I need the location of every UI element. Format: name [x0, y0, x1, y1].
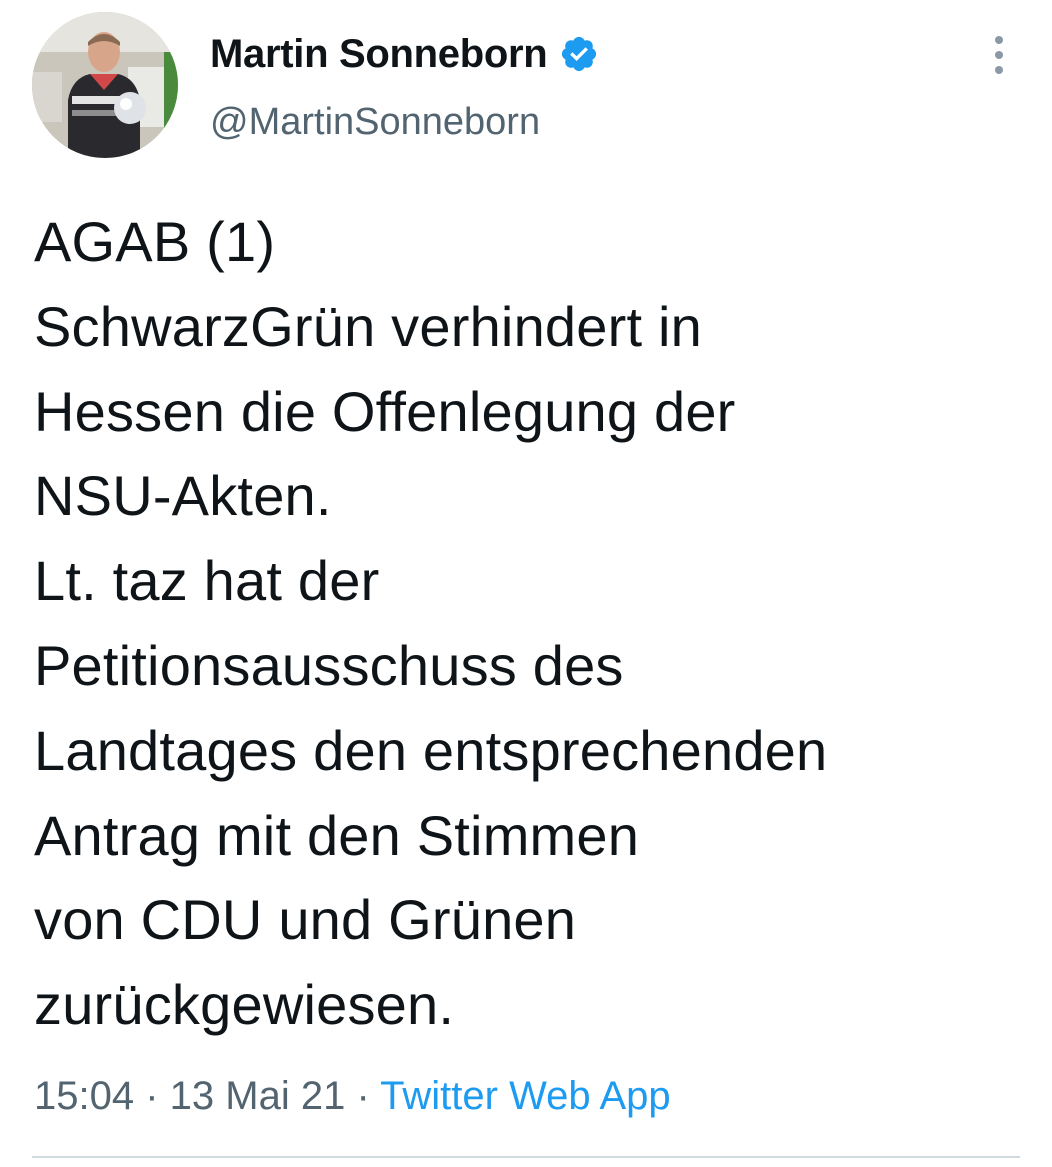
tweet-text-line: von CDU und Grünen: [34, 888, 577, 952]
more-options-icon[interactable]: [980, 30, 1020, 80]
tweet-meta: 15:04 · 13 Mai 21 · Twitter Web App: [34, 1068, 671, 1124]
tweet-text-line: Antrag mit den Stimmen: [34, 803, 640, 867]
verified-badge-icon: [559, 34, 599, 74]
tweet-source-link[interactable]: Twitter Web App: [380, 1074, 671, 1118]
tweet-date[interactable]: 13 Mai 21: [170, 1074, 346, 1118]
tweet-text-line: NSU-Akten.: [34, 464, 332, 528]
meta-separator: ·: [345, 1074, 381, 1118]
tweet-text-line: Lt. taz hat der: [34, 549, 380, 613]
tweet-text-line: AGAB (1): [34, 210, 276, 273]
tweet-text: AGAB (1) SchwarzGrün verhindert in Hesse…: [34, 200, 1034, 1048]
avatar[interactable]: [32, 12, 178, 158]
author-name-row[interactable]: Martin Sonneborn: [210, 28, 599, 80]
tweet-card: Martin Sonneborn @MartinSonneborn AGAB (…: [0, 0, 1052, 1167]
meta-separator: ·: [134, 1074, 170, 1118]
author-handle[interactable]: @MartinSonneborn: [210, 96, 540, 148]
tweet-text-line: Hessen die Offenlegung der: [34, 379, 736, 443]
tweet-text-line: zurückgewiesen.: [34, 973, 455, 1037]
tweet-text-line: Petitionsausschuss des: [34, 633, 624, 697]
divider: [32, 1156, 1020, 1158]
tweet-time[interactable]: 15:04: [34, 1074, 134, 1118]
author-display-name[interactable]: Martin Sonneborn: [210, 28, 548, 80]
tweet-text-line: SchwarzGrün verhindert in: [34, 294, 702, 358]
tweet-text-line: Landtages den entsprechenden: [34, 718, 828, 782]
profile-photo-icon: [32, 12, 178, 158]
